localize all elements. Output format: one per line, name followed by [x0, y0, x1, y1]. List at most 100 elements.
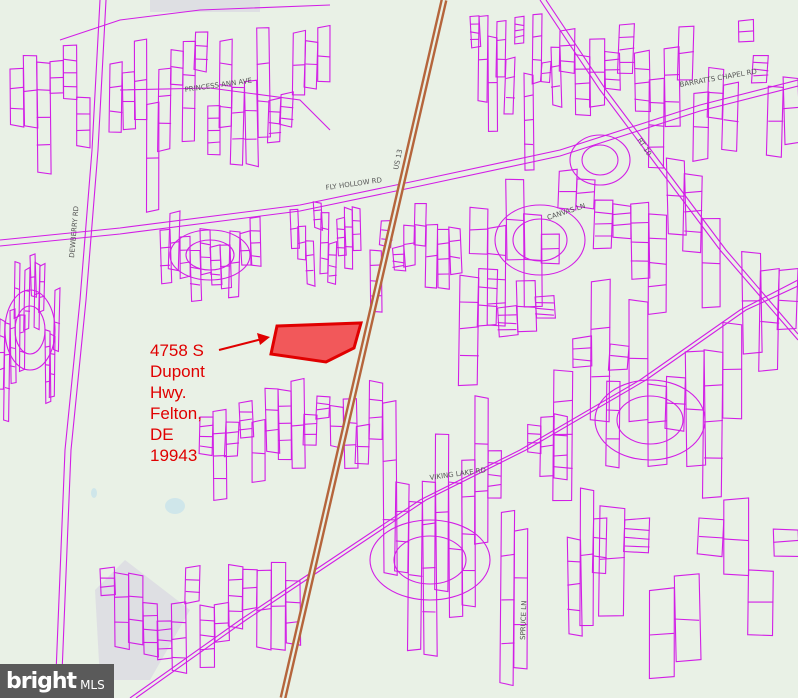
- parcel-line: [550, 64, 561, 68]
- parcel-line: [569, 134, 631, 186]
- parcel-line: [499, 509, 516, 687]
- parcel-line: [478, 304, 498, 308]
- parcel-line: [109, 85, 123, 89]
- parcel-line: [478, 286, 498, 290]
- parcel-line: [36, 61, 52, 175]
- parcel-line: [589, 278, 611, 423]
- parcel-line: [76, 96, 91, 149]
- parcel-line: [316, 402, 331, 406]
- parcel-line: [409, 574, 423, 577]
- parcel-line: [612, 223, 631, 226]
- parcel-line: [604, 58, 620, 62]
- brand-suffix: MLS: [80, 678, 105, 692]
- parcel-line: [49, 76, 64, 79]
- parcel-line: [264, 387, 281, 454]
- parcel-line: [523, 143, 534, 146]
- parcel-line: [448, 226, 463, 276]
- parcel-line: [674, 618, 700, 621]
- parcel-line: [369, 398, 383, 402]
- parcel-line: [468, 206, 489, 255]
- parcel-line: [49, 59, 64, 94]
- parcel-line: [229, 86, 245, 166]
- parcel-line: [313, 209, 322, 212]
- parcel-line: [497, 322, 517, 325]
- parcel-line: [630, 241, 649, 244]
- parcel-line: [238, 418, 253, 422]
- parcel-line: [228, 595, 243, 598]
- parcel-line: [572, 358, 592, 362]
- parcel-line: [426, 254, 438, 258]
- parcel-line: [351, 206, 362, 252]
- parcel-line: [336, 228, 345, 231]
- road-label: BARRATTS CHAPEL RD: [679, 67, 758, 88]
- parcel-line: [317, 24, 331, 83]
- parcel-line: [540, 444, 555, 448]
- parcel-line: [352, 233, 361, 236]
- parcel-line: [630, 201, 651, 280]
- parcel-map[interactable]: PRINCESS ANN AVE BARRATTS CHAPEL RD FLY …: [0, 0, 798, 698]
- parcel-line: [199, 256, 211, 259]
- parcel-line: [193, 31, 209, 73]
- parcel-line: [369, 416, 383, 419]
- parcel-line: [559, 60, 575, 63]
- road-label: CANVAS LN: [546, 202, 586, 222]
- parcel-line: [268, 111, 282, 113]
- parcel-line: [290, 424, 305, 427]
- parcel-line: [134, 79, 147, 82]
- parcel-line: [591, 326, 611, 330]
- parcel-line: [572, 335, 593, 369]
- parcel-line: [567, 582, 581, 586]
- parcel-line: [9, 308, 17, 385]
- parcel-line: [514, 23, 525, 27]
- pond: [165, 498, 185, 514]
- parcel-line: [624, 528, 650, 531]
- parcel-line: [612, 203, 632, 240]
- parcel-line: [158, 94, 172, 97]
- parcel-line: [241, 568, 258, 611]
- parcel-line: [628, 298, 649, 423]
- parcel-line: [242, 586, 258, 589]
- road-label: PRINCESS ANN AVE: [184, 77, 252, 94]
- road-label: SPRUCE LN: [519, 600, 528, 640]
- parcel-line: [496, 38, 507, 42]
- parcel-line: [264, 409, 279, 411]
- parcel-line: [591, 375, 611, 378]
- parcel-line: [414, 224, 427, 227]
- parcel-line: [514, 28, 525, 32]
- parcel-line: [554, 454, 568, 457]
- subject-parcel[interactable]: [269, 321, 363, 364]
- parcel-line: [580, 553, 594, 557]
- parcel-line: [290, 377, 306, 469]
- parcel-line: [281, 105, 294, 109]
- parcel-line: [437, 258, 449, 260]
- parcel-line: [567, 608, 581, 612]
- parcel-line: [541, 247, 560, 250]
- parcel-line: [513, 528, 529, 670]
- parcel-line: [437, 242, 449, 245]
- parcel-line: [531, 13, 543, 85]
- parcel-line: [760, 320, 780, 324]
- parcel-line: [554, 434, 568, 437]
- parcel-line: [315, 395, 331, 420]
- parcel-line: [316, 407, 331, 411]
- parcel-line: [772, 528, 798, 558]
- parcel-line: [616, 395, 684, 445]
- parcel-line: [593, 536, 607, 540]
- parcel-line: [36, 89, 51, 91]
- parcel-line: [264, 428, 279, 432]
- pond: [91, 488, 97, 498]
- parcel-line: [157, 67, 172, 153]
- parcel-line: [317, 55, 331, 58]
- parcel-line: [685, 408, 705, 411]
- parcel-line: [514, 34, 525, 38]
- parcel-line: [747, 569, 774, 637]
- parcel-line: [368, 379, 384, 440]
- parcel-line: [558, 28, 576, 75]
- parcel-line: [624, 545, 650, 548]
- bright-mls-watermark: bright MLS: [0, 664, 114, 698]
- parcel-line: [684, 230, 703, 233]
- parcel-line: [527, 433, 541, 435]
- parcel-line: [550, 46, 563, 109]
- parcel-line: [459, 326, 479, 330]
- parcel-line: [577, 191, 596, 194]
